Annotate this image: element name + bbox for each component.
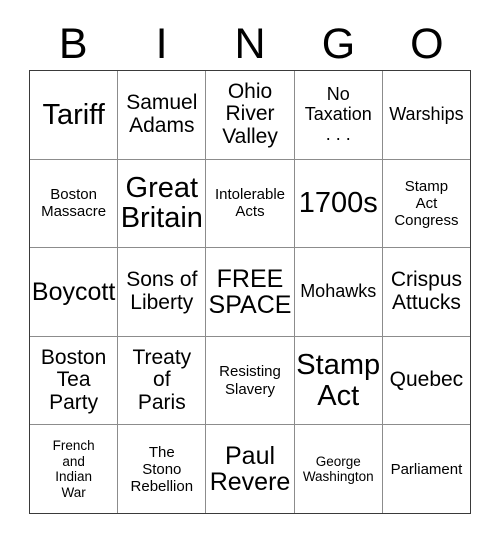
bingo-cell[interactable]: Great Britain (118, 159, 207, 248)
bingo-row: Boston Massacre Great Britain Intolerabl… (30, 159, 470, 249)
bingo-cell-label: Paul Revere (209, 441, 291, 497)
bingo-cell[interactable]: Stamp Act (295, 336, 383, 425)
bingo-row: French and Indian War The Stono Rebellio… (30, 425, 470, 513)
bingo-cell-label: Stamp Act Congress (394, 177, 459, 229)
bingo-cell-label: Warships (389, 103, 464, 124)
bingo-header-letter-i: I (155, 19, 168, 68)
bingo-cell[interactable]: Ohio River Valley (206, 71, 295, 159)
bingo-cell[interactable]: Boston Tea Party (30, 336, 119, 425)
bingo-cell[interactable]: Sons of Liberty (118, 248, 207, 336)
bingo-card: B I N G O Tariff Samuel Adams Ohio River… (0, 0, 500, 544)
bingo-cell-label: Crispus Attucks (390, 268, 462, 314)
bingo-cell-label: Ohio River Valley (222, 79, 278, 149)
bingo-cell-label: Quebec (389, 368, 464, 392)
bingo-cell-label: Tariff (42, 98, 105, 131)
bingo-cell-label: Treaty of Paris (132, 345, 192, 414)
bingo-cell[interactable]: Resisting Slavery (206, 336, 295, 425)
bingo-cell-label: Sons of Liberty (126, 268, 198, 314)
bingo-cell[interactable]: Treaty of Paris (118, 336, 207, 425)
bingo-cell-label: Mohawks (300, 281, 377, 302)
bingo-cell-label: 1700s (298, 187, 378, 220)
bingo-cell-label: Boycott (31, 277, 116, 306)
bingo-cell[interactable]: Quebec (383, 337, 470, 425)
bingo-cell-label: French and Indian War (52, 437, 95, 500)
bingo-cell[interactable]: Paul Revere (206, 425, 295, 513)
bingo-cell-label: Samuel Adams (126, 91, 198, 137)
bingo-cell[interactable]: No Taxation . . . (295, 71, 383, 159)
bingo-header-letter-o: O (410, 19, 444, 68)
bingo-header-letter-b: B (58, 19, 88, 68)
bingo-cell-label: The Stono Rebellion (130, 443, 194, 495)
bingo-header: B I N G O (29, 18, 471, 70)
bingo-cell[interactable]: The Stono Rebellion (118, 425, 207, 513)
bingo-cell-label: Parliament (390, 460, 463, 478)
bingo-cell-label: Great Britain (120, 172, 203, 235)
bingo-header-letter-g: G (321, 19, 356, 68)
bingo-header-letter-n: N (234, 19, 266, 68)
bingo-cell[interactable]: 1700s (295, 159, 383, 248)
bingo-row: Boston Tea Party Treaty of Paris Resisti… (30, 336, 470, 426)
bingo-cell-label: No Taxation . . . (304, 84, 372, 144)
bingo-cell[interactable]: Crispus Attucks (383, 248, 470, 336)
bingo-cell[interactable]: Mohawks (295, 248, 383, 336)
bingo-cell[interactable]: Stamp Act Congress (383, 160, 470, 248)
bingo-cell[interactable]: Boston Massacre (30, 159, 119, 248)
bingo-cell[interactable]: Tariff (30, 71, 119, 159)
bingo-cell[interactable]: Warships (383, 71, 470, 159)
bingo-cell[interactable]: Boycott (30, 248, 119, 336)
bingo-cell[interactable]: Samuel Adams (118, 71, 207, 159)
bingo-cell[interactable]: Intolerable Acts (206, 159, 295, 248)
bingo-row: Tariff Samuel Adams Ohio River Valley No… (30, 71, 470, 160)
bingo-cell[interactable]: French and Indian War (30, 425, 119, 513)
bingo-row: Boycott Sons of Liberty FREE SPACE Mohaw… (30, 248, 470, 337)
bingo-cell-label: George Washington (302, 453, 374, 485)
bingo-cell[interactable]: George Washington (295, 425, 383, 513)
bingo-cell[interactable]: Parliament (383, 425, 470, 513)
bingo-grid: Tariff Samuel Adams Ohio River Valley No… (29, 70, 471, 514)
bingo-cell-label: Boston Massacre (41, 186, 107, 221)
bingo-cell-label: Resisting Slavery (219, 363, 281, 398)
bingo-cell-label: FREE SPACE (208, 264, 292, 319)
bingo-cell-label: Intolerable Acts (214, 186, 286, 221)
bingo-cell-label: Stamp Act (296, 349, 381, 412)
bingo-cell-free-space[interactable]: FREE SPACE (206, 248, 295, 336)
bingo-cell-label: Boston Tea Party (40, 345, 107, 414)
